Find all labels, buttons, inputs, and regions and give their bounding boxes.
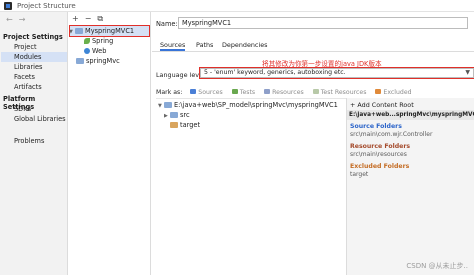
csdn-watermark: CSDN @从未止步..: [406, 262, 468, 270]
tree-node-web[interactable]: Web: [84, 46, 106, 56]
tabs-divider: [152, 51, 474, 52]
project-settings-header: Project Settings: [3, 33, 63, 41]
sidebar-item-artifacts[interactable]: Artifacts: [1, 82, 67, 92]
folder-row-src[interactable]: ▶ src: [164, 110, 190, 120]
folder-row-target[interactable]: target: [164, 120, 200, 130]
mark-excluded-button[interactable]: Excluded: [375, 89, 412, 96]
tree-node-springmvc[interactable]: springMvc: [76, 56, 120, 66]
tests-folder-icon: [231, 89, 238, 94]
mark-test-resources-button[interactable]: Test Resources: [312, 89, 366, 96]
sidebar-item-facets[interactable]: Facets: [1, 72, 67, 82]
mark-tests-button[interactable]: Tests: [231, 89, 255, 96]
sidebar-item-problems[interactable]: Problems: [1, 136, 67, 146]
source-folder-value: src\main\com.wjr.Controller: [350, 131, 433, 138]
content-root-details: + Add Content Root E:\java+web...springM…: [346, 98, 474, 275]
back-arrow-icon[interactable]: ←: [6, 15, 19, 24]
add-icon[interactable]: +: [72, 14, 79, 23]
folder-icon: [170, 112, 178, 118]
module-settings-panel: Name: MyspringMVC1 Sources Paths Depende…: [152, 12, 474, 275]
resource-folders-header: Resource Folders: [350, 143, 411, 150]
forward-arrow-icon[interactable]: →: [19, 15, 32, 24]
resource-folder-value: src\main\resources: [350, 151, 407, 158]
content-root-row[interactable]: ▼ E:\java+web\SP_model\springMvc\myspring…: [158, 100, 338, 110]
web-globe-icon: [84, 48, 90, 54]
title-bar: Project Structure: [0, 0, 474, 12]
tree-node-spring[interactable]: Spring: [84, 36, 113, 46]
excluded-folder-icon: [375, 89, 382, 94]
sidebar-item-global-libraries[interactable]: Global Libraries: [1, 114, 67, 124]
sources-folder-icon: [190, 89, 197, 94]
intellij-app-icon: [4, 2, 12, 10]
sidebar-item-modules[interactable]: Modules: [1, 52, 67, 62]
sidebar-item-project[interactable]: Project: [1, 42, 67, 52]
content-root-path: E:\java+web...springMvc\myspringMVC1: [347, 110, 474, 120]
window-title: Project Structure: [17, 2, 76, 10]
excluded-folders-header: Excluded Folders: [350, 163, 410, 170]
name-label: Name:: [156, 20, 178, 28]
remove-icon[interactable]: −: [85, 14, 92, 23]
module-name-input[interactable]: MyspringMVC1: [178, 17, 468, 29]
tab-dependencies[interactable]: Dependencies: [222, 40, 267, 51]
tree-node-label: Spring: [92, 37, 114, 45]
spring-leaf-icon: [84, 38, 90, 44]
folder-icon: [164, 102, 172, 108]
mark-as-label: Mark as:: [156, 89, 183, 96]
source-folders-header: Source Folders: [350, 123, 402, 130]
tree-toolbar: + − ⧉: [72, 14, 109, 24]
content-root-label: E:\java+web\SP_model\springMvc\myspringM…: [174, 101, 338, 109]
module-folder-icon: [76, 58, 84, 64]
settings-sidebar: ←→ Project Settings Project Modules Libr…: [0, 12, 68, 275]
excluded-folder-value: target: [350, 171, 369, 178]
tree-node-label: Web: [92, 47, 107, 55]
sidebar-item-libraries[interactable]: Libraries: [1, 62, 67, 72]
sidebar-item-sdks[interactable]: SDKs: [1, 104, 67, 114]
tab-sources[interactable]: Sources: [160, 40, 186, 51]
add-content-root-button[interactable]: + Add Content Root: [350, 101, 414, 109]
resources-folder-icon: [264, 89, 271, 94]
mark-sources-button[interactable]: Sources: [190, 89, 223, 96]
content-root-tree: ▼ E:\java+web\SP_model\springMvc\myspring…: [156, 98, 346, 275]
folder-label: src: [180, 111, 190, 119]
red-highlight-module: [69, 25, 150, 37]
tab-paths[interactable]: Paths: [196, 40, 213, 51]
red-highlight-language-level: [199, 67, 474, 79]
nav-arrows: ←→: [6, 15, 31, 24]
excluded-folder-icon: [170, 122, 178, 128]
tree-node-label: springMvc: [86, 57, 120, 65]
mark-resources-button[interactable]: Resources: [264, 89, 304, 96]
test-resources-folder-icon: [312, 89, 319, 94]
folder-label: target: [180, 121, 201, 129]
copy-icon[interactable]: ⧉: [97, 14, 103, 23]
module-tree-panel: + − ⧉ ▼ MyspringMVC1 Spring Web springMvc: [68, 12, 151, 275]
